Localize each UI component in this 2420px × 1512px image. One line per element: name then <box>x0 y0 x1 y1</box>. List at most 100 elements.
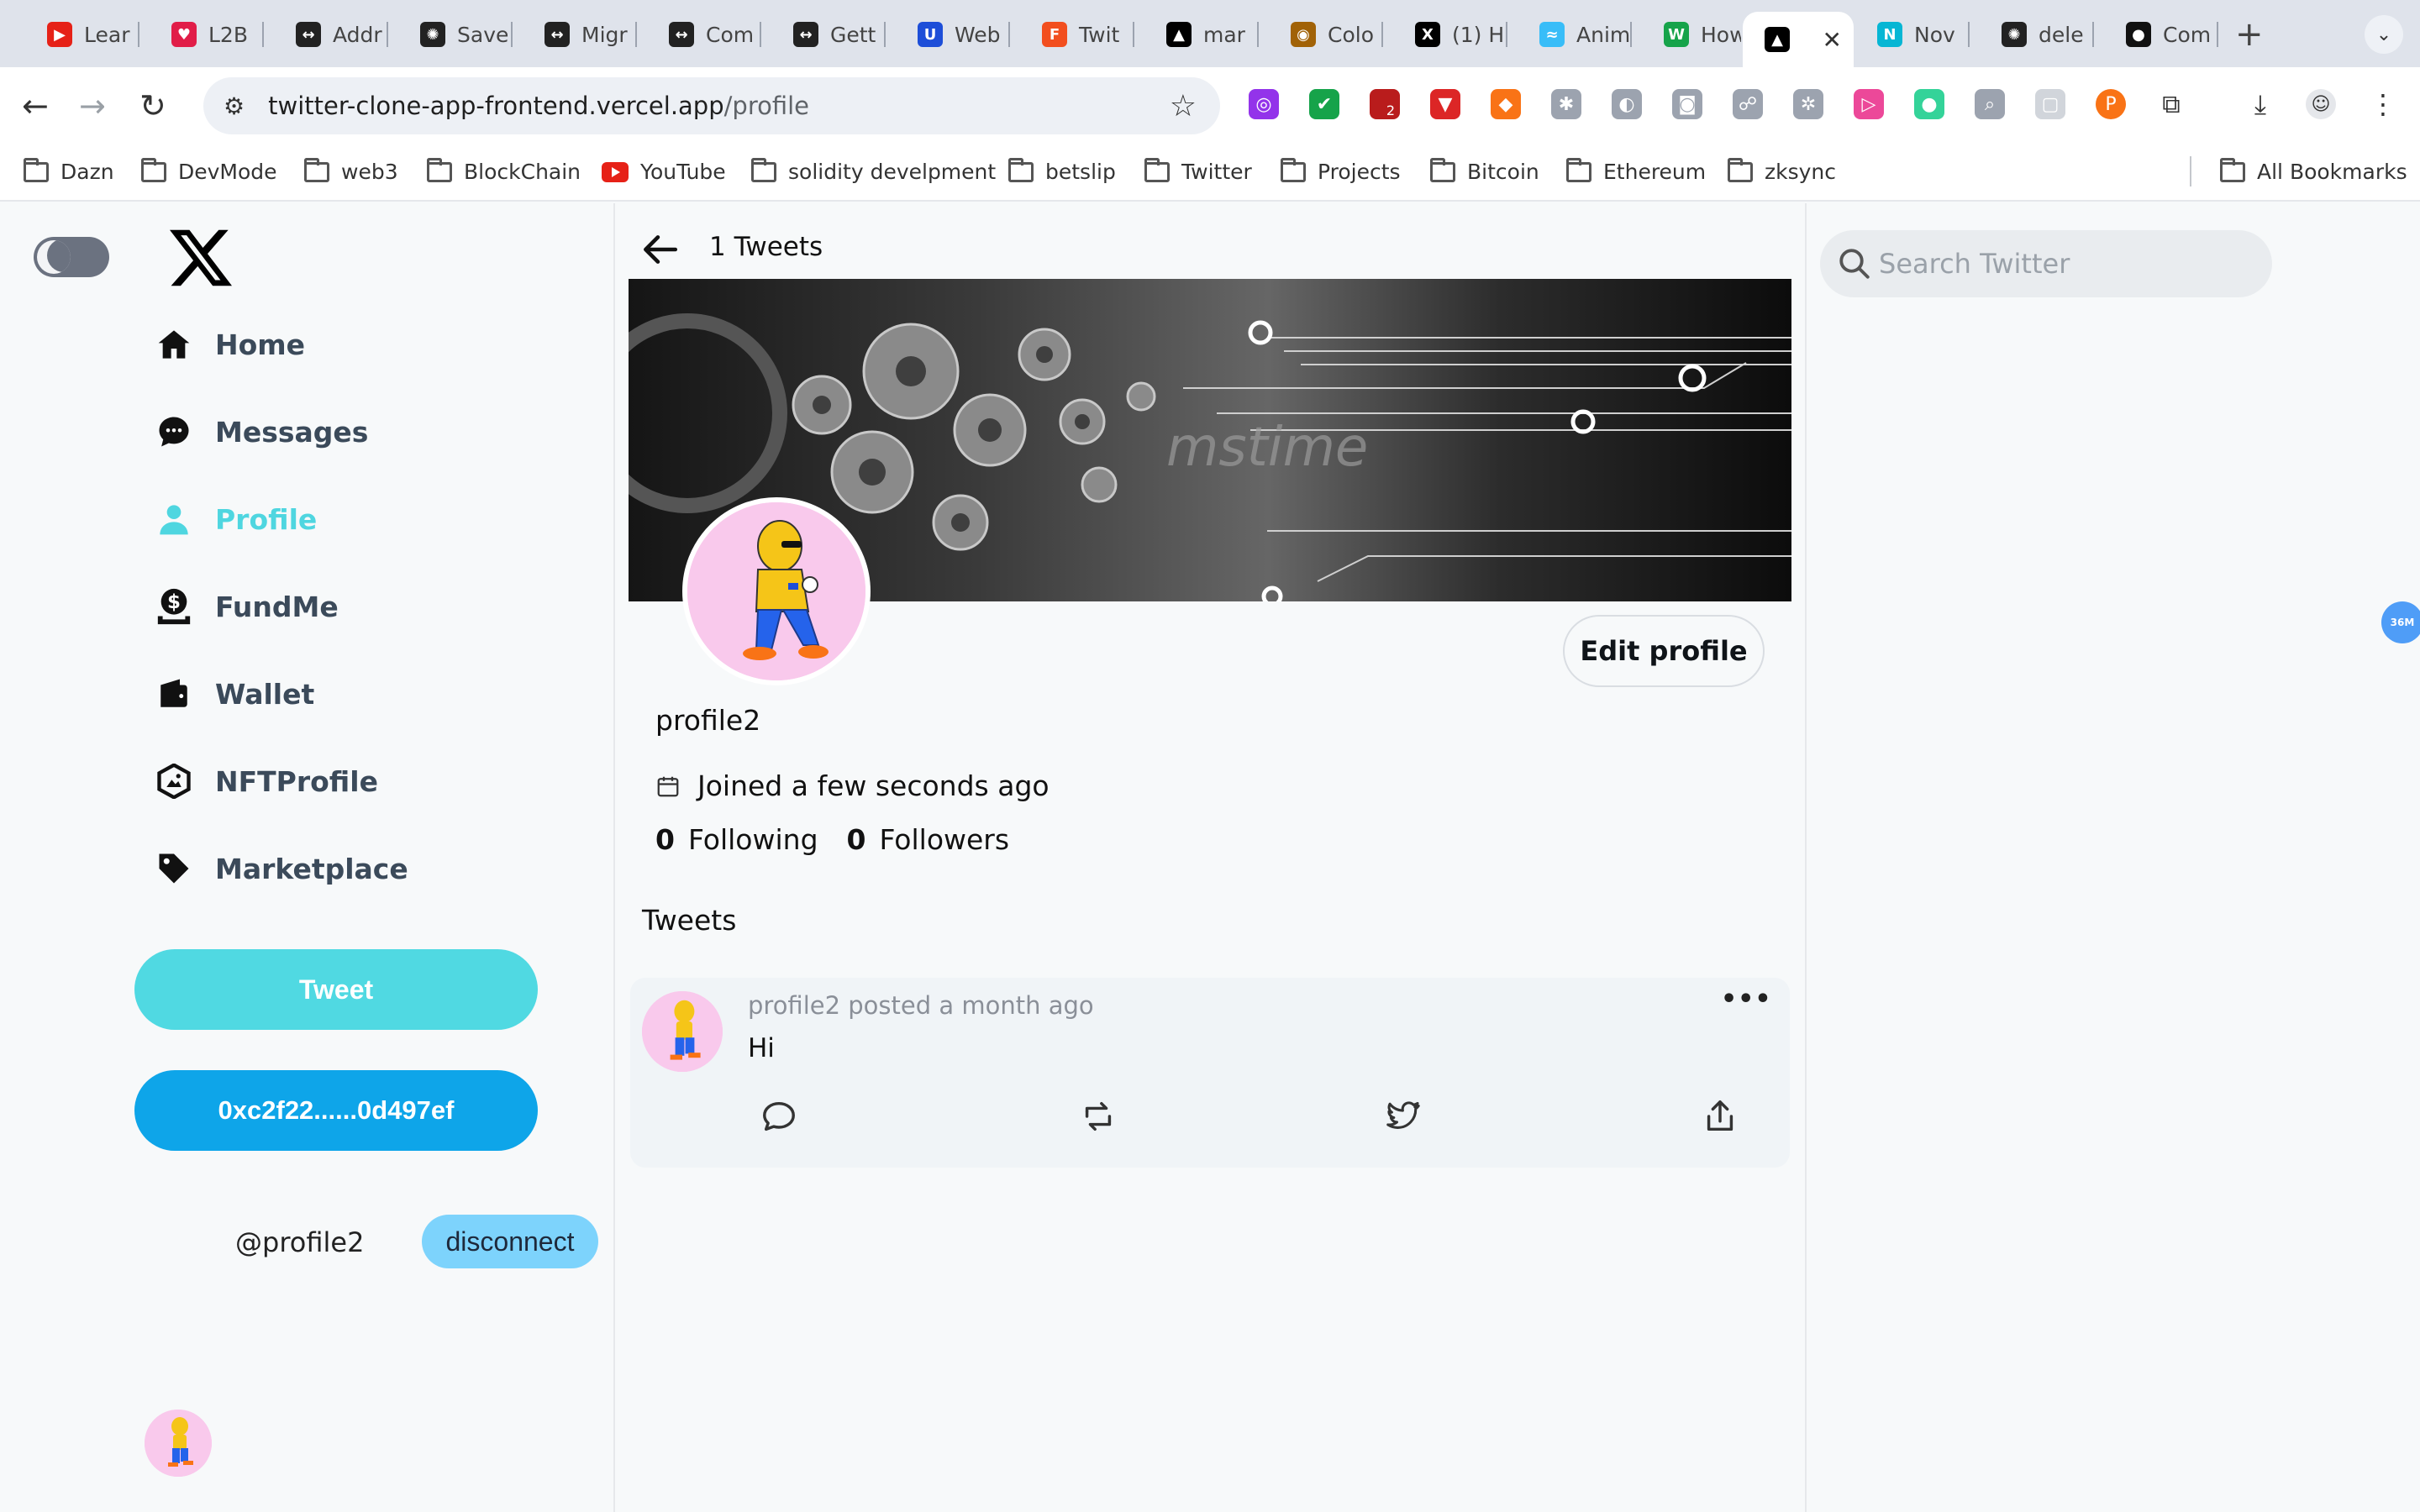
reload-icon[interactable]: ↻ <box>139 87 166 124</box>
shield-extension-icon[interactable]: ▼ <box>1430 89 1460 119</box>
avatar <box>145 1410 212 1477</box>
calendar-icon <box>657 776 679 796</box>
sidebar-item-fundme[interactable]: $ FundMe <box>155 581 339 632</box>
tweet-button[interactable]: Tweet <box>134 949 538 1030</box>
tab-search-chevron-icon[interactable]: ⌄ <box>2365 15 2403 54</box>
bookmark-folder[interactable]: Ethereum <box>1566 157 1706 184</box>
retweet-icon[interactable] <box>1079 1097 1118 1136</box>
bug-extension-icon[interactable]: ✱ <box>1551 89 1581 119</box>
theme-toggle[interactable] <box>34 237 109 277</box>
browser-tab[interactable]: N Nov <box>1855 12 1970 57</box>
followers-label[interactable]: Followers <box>879 823 1009 856</box>
browser-tab[interactable]: ↔ Migr <box>523 12 637 57</box>
sidebar-item-wallet[interactable]: Wallet <box>155 669 314 719</box>
sidebar-item-profile[interactable]: Profile <box>155 494 317 544</box>
tab-favicon-icon: ◉ <box>1291 22 1316 47</box>
bookmark-star-icon[interactable]: ☆ <box>1170 89 1197 123</box>
extension-icon[interactable]: ✲ <box>1793 89 1823 119</box>
bookmark-folder[interactable]: betslip <box>1008 157 1116 184</box>
dollar-icon: $ <box>155 587 193 626</box>
svg-text:$: $ <box>167 591 181 613</box>
extension-icon[interactable]: ◐ <box>1612 89 1642 119</box>
site-settings-icon[interactable]: ⚙ <box>224 92 245 120</box>
tab-favicon-icon: W <box>1664 22 1689 47</box>
tab-favicon-icon: X <box>1415 22 1440 47</box>
sidebar-item-home[interactable]: Home <box>155 319 305 370</box>
tab-favicon-icon: ↔ <box>296 22 321 47</box>
browser-tab[interactable]: W How <box>1642 12 1741 57</box>
profile-avatar-icon[interactable]: ☺ <box>2306 89 2336 119</box>
bird-like-icon[interactable] <box>1383 1097 1422 1136</box>
extension-icon[interactable]: ▷ <box>1854 89 1884 119</box>
bookmark-folder[interactable]: Twitter <box>1144 157 1252 184</box>
current-user[interactable] <box>145 1410 212 1477</box>
sidebar-item-nftprofile[interactable]: NFTProfile <box>155 756 378 806</box>
edit-profile-button[interactable]: Edit profile <box>1563 615 1765 687</box>
bookmark-folder[interactable]: web3 <box>304 157 398 184</box>
download-icon[interactable]: ⤓ <box>2245 88 2275 120</box>
browser-tab[interactable]: U Web <box>896 12 1010 57</box>
tweet-card[interactable]: profile2 posted a month ago Hi ••• <box>630 978 1790 1168</box>
browser-tab[interactable]: ↔ Addr <box>274 12 388 57</box>
extension-icon[interactable]: ☍ <box>1733 89 1763 119</box>
profile-avatar[interactable] <box>682 497 871 685</box>
user-icon <box>155 500 193 538</box>
back-arrow-icon[interactable] <box>639 228 681 270</box>
new-tab-icon[interactable]: + <box>2235 15 2264 54</box>
extension-icon[interactable]: ▢ <box>2035 89 2065 119</box>
extension-icon[interactable]: P <box>2096 89 2126 119</box>
all-bookmarks[interactable]: All Bookmarks <box>2220 157 2407 184</box>
address-bar[interactable]: ⚙ twitter-clone-app-frontend.vercel.app/… <box>203 77 1220 134</box>
browser-tab[interactable]: ▶ Lear <box>25 12 139 57</box>
browser-tab[interactable]: ↔ Gett <box>771 12 886 57</box>
extension-badge-icon[interactable]: 2 <box>1370 89 1400 119</box>
browser-tab[interactable]: ✺ Save <box>398 12 513 57</box>
folder-icon <box>24 157 49 182</box>
sidebar-item-marketplace[interactable]: Marketplace <box>155 843 408 894</box>
sidebar-item-messages[interactable]: Messages <box>155 407 368 457</box>
tweet-avatar[interactable] <box>642 991 723 1072</box>
browser-tab[interactable]: ≈ Anim <box>1518 12 1632 57</box>
metamask-icon[interactable]: ◆ <box>1491 89 1521 119</box>
wallet-address-button[interactable]: 0xc2f22......0d497ef <box>134 1070 538 1151</box>
browser-tab[interactable]: ↔ Com <box>647 12 761 57</box>
browser-tab[interactable]: ✺ dele <box>1980 12 2094 57</box>
close-tab-icon[interactable]: ✕ <box>1823 26 1842 54</box>
bookmark-folder[interactable]: BlockChain <box>427 157 581 184</box>
share-icon[interactable] <box>1701 1097 1739 1136</box>
more-options-icon[interactable]: ••• <box>1721 984 1772 1014</box>
browser-tab-active[interactable]: ▲ ✕ <box>1743 12 1854 67</box>
disconnect-button[interactable]: disconnect <box>422 1215 598 1268</box>
browser-tab[interactable]: ● Com <box>2104 12 2218 57</box>
bookmark-youtube[interactable]: YouTube <box>602 160 726 184</box>
browser-tab[interactable]: ◉ Colo <box>1269 12 1383 57</box>
bookmark-folder[interactable]: zksync <box>1728 157 1836 184</box>
forward-nav-icon[interactable]: → <box>79 87 106 124</box>
browser-tab[interactable]: F Twit <box>1020 12 1134 57</box>
extension-icon[interactable]: ✔ <box>1309 89 1339 119</box>
floating-badge[interactable]: 36M <box>2381 601 2420 643</box>
browser-tab[interactable]: X (1) H <box>1393 12 1507 57</box>
search-extension-icon[interactable]: ⌕ <box>1975 89 2005 119</box>
bookmark-folder[interactable]: Projects <box>1281 157 1401 184</box>
reply-icon[interactable] <box>760 1097 798 1136</box>
bookmark-folder[interactable]: Bitcoin <box>1430 157 1539 184</box>
camera-extension-icon[interactable]: ◙ <box>1672 89 1702 119</box>
search-input[interactable] <box>1879 248 2249 280</box>
browser-menu-icon[interactable]: ⋮ <box>2368 88 2398 120</box>
back-nav-icon[interactable]: ← <box>22 87 49 124</box>
extension-icon[interactable]: ● <box>1914 89 1944 119</box>
bookmark-folder[interactable]: DevMode <box>141 157 277 184</box>
tab-favicon-icon: N <box>1877 22 1902 47</box>
follow-stats: 0 Following 0 Followers <box>655 823 1009 856</box>
bookmark-folder[interactable]: solidity develpment <box>751 157 996 184</box>
youtube-icon <box>602 161 629 182</box>
following-label[interactable]: Following <box>688 823 818 856</box>
extension-icon[interactable]: ◎ <box>1249 89 1279 119</box>
browser-tab[interactable]: ▲ mar <box>1144 12 1259 57</box>
x-logo-icon[interactable] <box>170 227 232 289</box>
puzzle-extensions-icon[interactable]: ⧉ <box>2156 89 2186 119</box>
bookmark-folder[interactable]: Dazn <box>24 157 114 184</box>
browser-tab[interactable]: ♥ L2B <box>150 12 264 57</box>
search-box[interactable] <box>1820 230 2272 297</box>
